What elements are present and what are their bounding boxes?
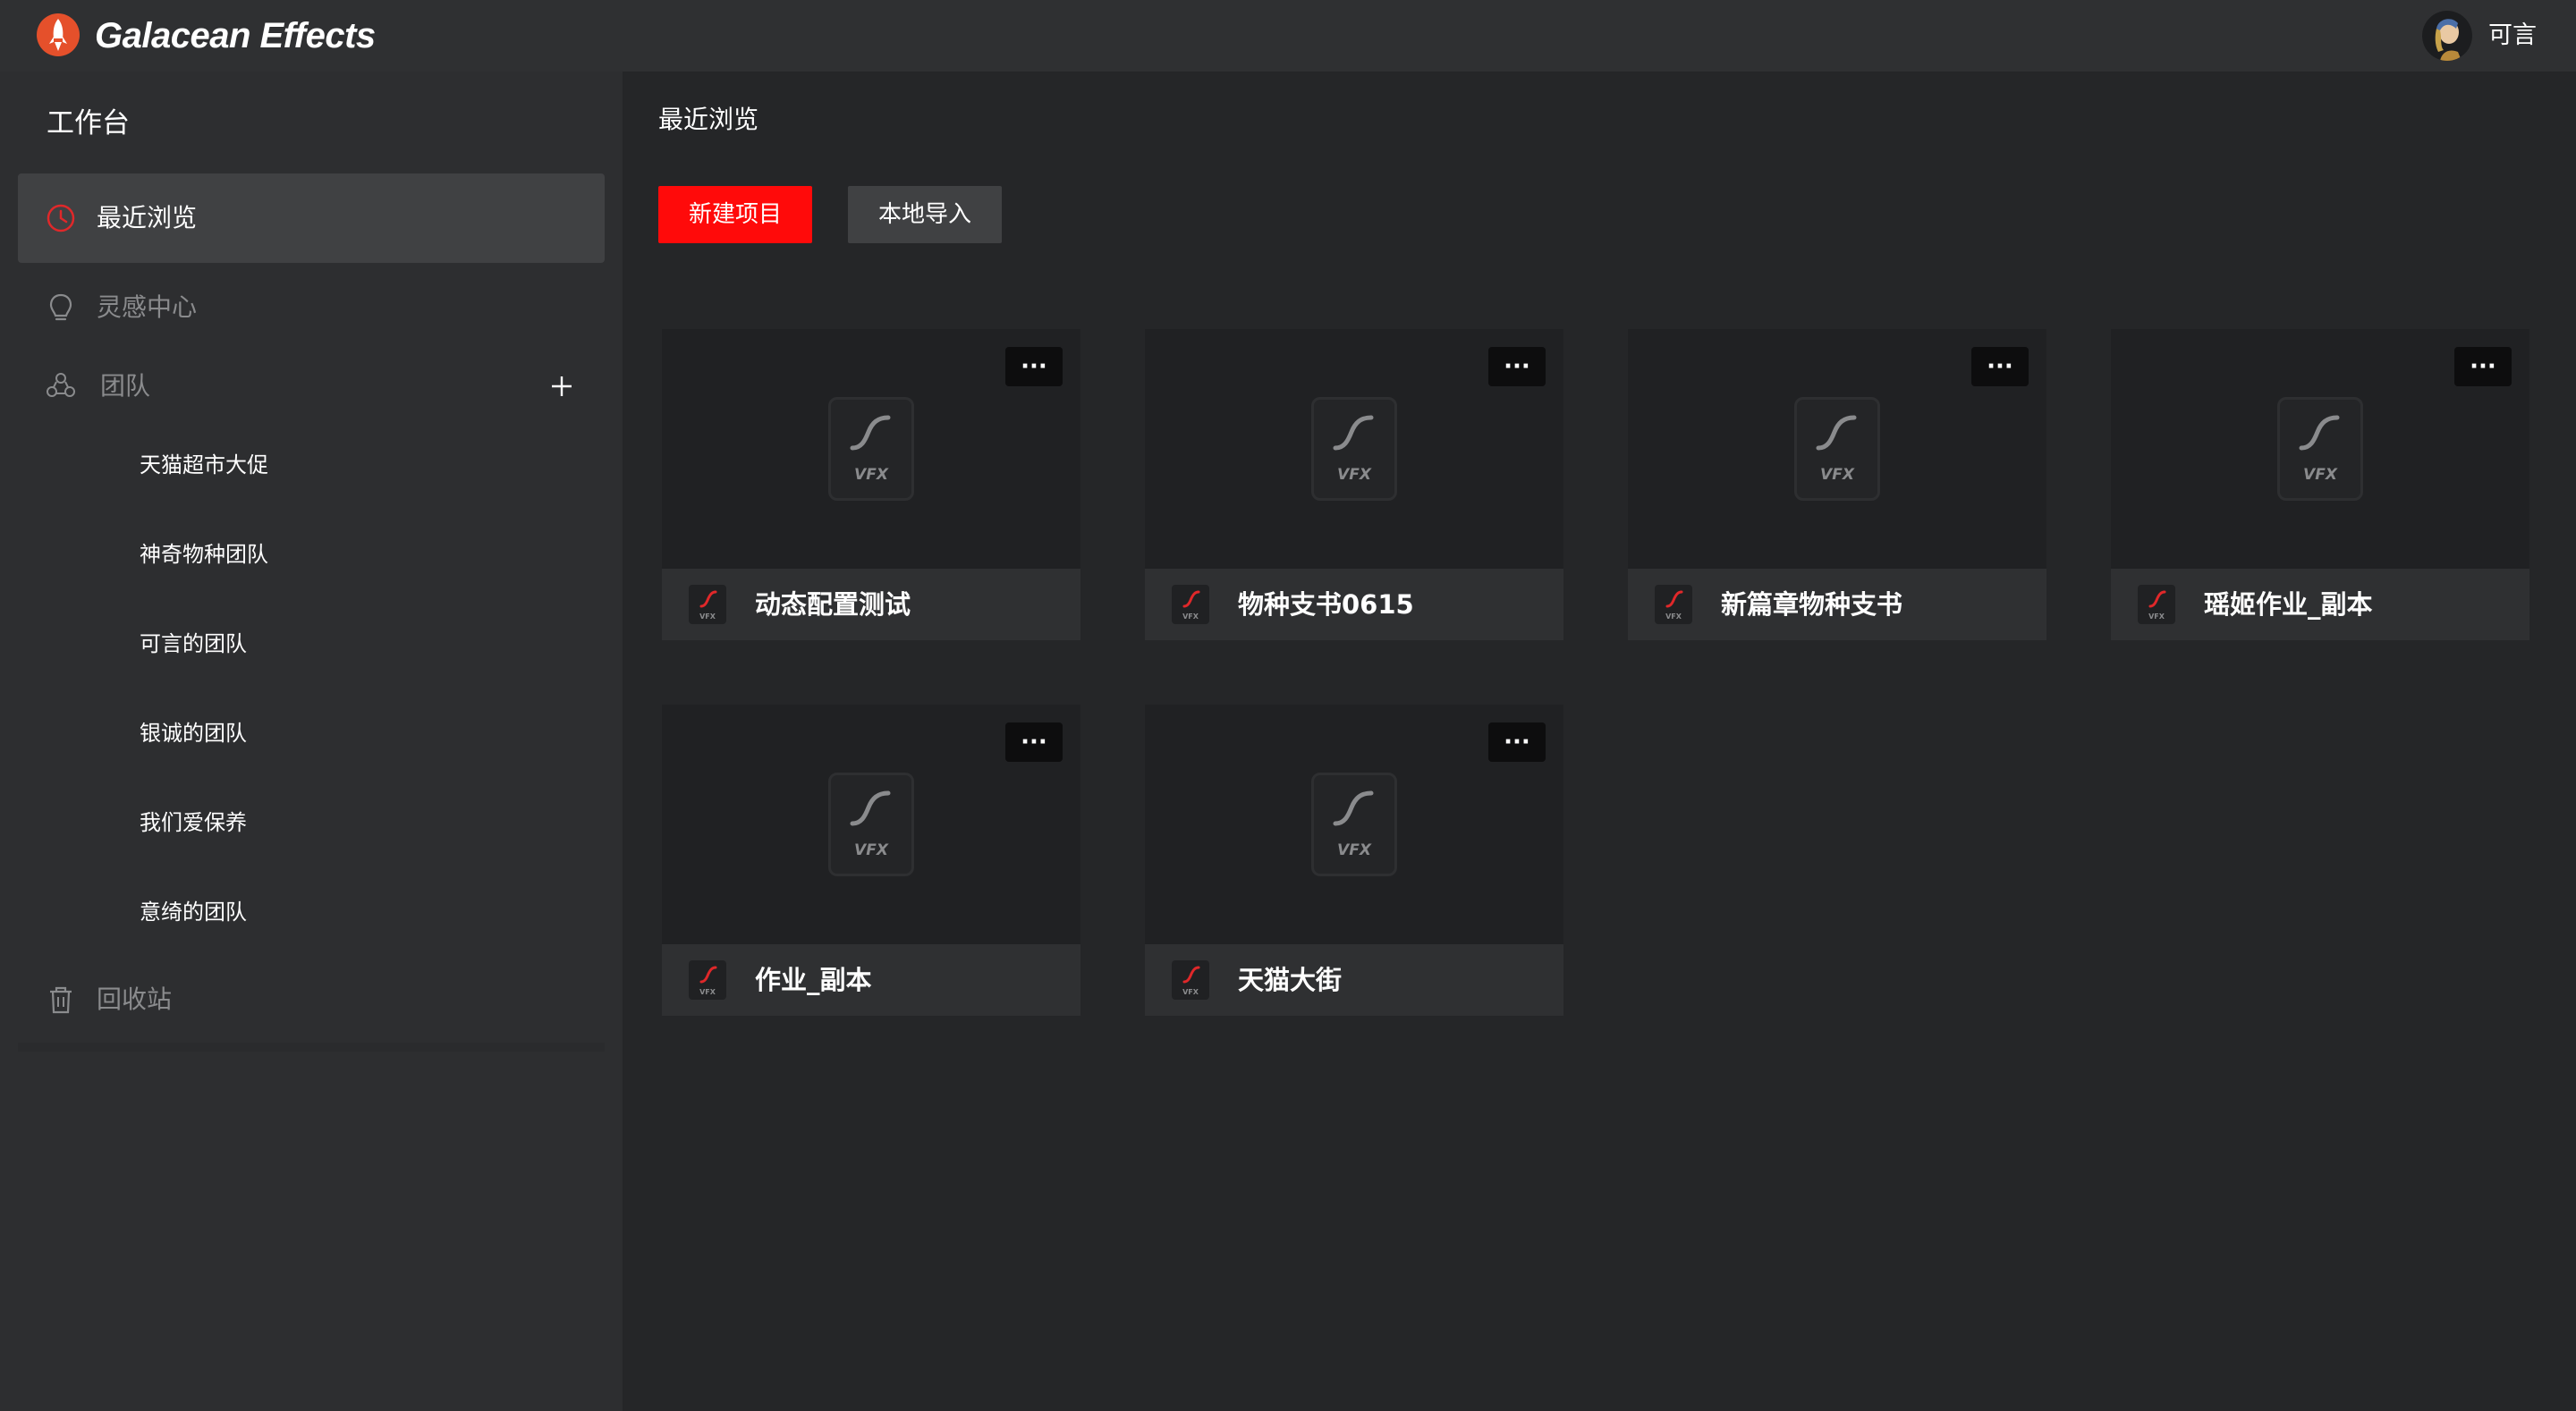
vfx-badge: VFX	[1820, 466, 1854, 484]
svg-text:VFX: VFX	[699, 613, 716, 621]
vfx-mini-icon: VFX	[1172, 960, 1209, 1000]
more-options-button[interactable]: ···	[1005, 347, 1063, 386]
vfx-file-icon: VFX	[828, 773, 914, 876]
svg-text:VFX: VFX	[699, 988, 716, 996]
project-thumbnail[interactable]: VFX ···	[662, 329, 1080, 569]
lightbulb-icon	[49, 293, 72, 321]
project-name[interactable]: 动态配置测试	[755, 585, 911, 624]
clock-icon	[47, 204, 75, 232]
project-card[interactable]: VFX ··· VFX 瑶姬作业_副本	[2111, 329, 2529, 640]
add-team-button[interactable]	[544, 368, 580, 404]
sidebar-item-trash[interactable]: 回收站	[18, 955, 605, 1044]
project-card-footer: VFX 瑶姬作业_副本	[2111, 569, 2529, 640]
project-card-footer: VFX 作业_副本	[662, 944, 1080, 1016]
brand-name[interactable]: Galacean Effects	[95, 13, 376, 59]
ellipsis-icon: ···	[1504, 353, 1530, 380]
page-title: 最近浏览	[658, 105, 759, 134]
sidebar-team-item[interactable]: 意绮的团队	[140, 896, 247, 928]
sidebar-item-label: 回收站	[97, 984, 173, 1014]
ellipsis-icon: ···	[1504, 729, 1530, 756]
svg-text:VFX: VFX	[2148, 613, 2165, 621]
sidebar-item-recent[interactable]: 最近浏览	[18, 173, 605, 263]
sidebar-item-label: 灵感中心	[97, 292, 198, 322]
more-options-button[interactable]: ···	[1488, 347, 1546, 386]
project-thumbnail[interactable]: VFX ···	[662, 705, 1080, 944]
project-card-footer: VFX 动态配置测试	[662, 569, 1080, 640]
workspace-title: 工作台	[47, 107, 130, 139]
project-thumbnail[interactable]: VFX ···	[1145, 329, 1563, 569]
project-card[interactable]: VFX ··· VFX 物种支书0615	[1145, 329, 1563, 640]
project-name[interactable]: 瑶姬作业_副本	[2204, 585, 2373, 624]
project-thumbnail[interactable]: VFX ···	[2111, 329, 2529, 569]
plus-icon	[552, 376, 572, 396]
top-bar: Galacean Effects 可言	[0, 0, 2576, 72]
project-card[interactable]: VFX ··· VFX 作业_副本	[662, 705, 1080, 1016]
project-card[interactable]: VFX ··· VFX 天猫大街	[1145, 705, 1563, 1016]
avatar[interactable]	[2422, 11, 2472, 61]
sidebar: 工作台 最近浏览 灵感中心 团队 天猫超市大促 神奇物种团队 可言的团队 银诚的…	[0, 72, 623, 1411]
svg-text:VFX: VFX	[1665, 613, 1682, 621]
vfx-mini-icon: VFX	[2138, 585, 2175, 624]
project-name[interactable]: 天猫大街	[1238, 960, 1342, 1000]
vfx-file-icon: VFX	[1311, 397, 1397, 501]
svg-text:VFX: VFX	[1182, 988, 1199, 996]
project-name[interactable]: 作业_副本	[755, 960, 872, 1000]
sidebar-team-item[interactable]: 我们爱保养	[140, 807, 247, 839]
vfx-file-icon: VFX	[1794, 397, 1880, 501]
project-card-footer: VFX 天猫大街	[1145, 944, 1563, 1016]
vfx-badge: VFX	[2303, 466, 2337, 484]
vfx-mini-icon: VFX	[689, 960, 726, 1000]
sidebar-team-item[interactable]: 神奇物种团队	[140, 538, 268, 570]
vfx-badge: VFX	[1337, 466, 1371, 484]
ellipsis-icon: ···	[1987, 353, 2013, 380]
galacean-logo-icon[interactable]	[36, 13, 80, 57]
vfx-badge: VFX	[854, 466, 888, 484]
team-icon	[47, 373, 75, 397]
ellipsis-icon: ···	[1021, 729, 1047, 756]
vfx-file-icon: VFX	[2277, 397, 2363, 501]
project-name[interactable]: 物种支书0615	[1238, 585, 1414, 624]
sidebar-item-inspiration[interactable]: 灵感中心	[18, 263, 605, 352]
vfx-badge: VFX	[1337, 841, 1371, 859]
project-name[interactable]: 新篇章物种支书	[1721, 585, 1902, 624]
project-card-footer: VFX 物种支书0615	[1145, 569, 1563, 640]
avatar-image-icon	[2422, 11, 2472, 61]
vfx-file-icon: VFX	[1311, 773, 1397, 876]
project-card-footer: VFX 新篇章物种支书	[1628, 569, 2046, 640]
vfx-mini-icon: VFX	[1172, 585, 1209, 624]
more-options-button[interactable]: ···	[1488, 722, 1546, 762]
vfx-badge: VFX	[854, 841, 888, 859]
svg-text:VFX: VFX	[1182, 613, 1199, 621]
sidebar-item-label: 团队	[100, 371, 151, 401]
sidebar-item-label: 最近浏览	[97, 203, 198, 232]
sidebar-item-team[interactable]: 团队	[18, 342, 605, 431]
sidebar-team-item[interactable]: 天猫超市大促	[140, 449, 268, 481]
sidebar-team-item[interactable]: 银诚的团队	[140, 717, 247, 749]
project-card[interactable]: VFX ··· VFX 动态配置测试	[662, 329, 1080, 640]
vfx-mini-icon: VFX	[1655, 585, 1692, 624]
ellipsis-icon: ···	[1021, 353, 1047, 380]
user-name[interactable]: 可言	[2488, 16, 2537, 55]
project-thumbnail[interactable]: VFX ···	[1145, 705, 1563, 944]
project-thumbnail[interactable]: VFX ···	[1628, 329, 2046, 569]
sidebar-divider	[18, 1043, 605, 1052]
sidebar-team-item[interactable]: 可言的团队	[140, 628, 247, 660]
vfx-mini-icon: VFX	[689, 585, 726, 624]
trash-icon	[50, 986, 72, 1014]
ellipsis-icon: ···	[2470, 353, 2496, 380]
more-options-button[interactable]: ···	[1971, 347, 2029, 386]
project-card[interactable]: VFX ··· VFX 新篇章物种支书	[1628, 329, 2046, 640]
local-import-button[interactable]: 本地导入	[848, 186, 1002, 243]
more-options-button[interactable]: ···	[1005, 722, 1063, 762]
vfx-file-icon: VFX	[828, 397, 914, 501]
more-options-button[interactable]: ···	[2454, 347, 2512, 386]
new-project-button[interactable]: 新建项目	[658, 186, 812, 243]
